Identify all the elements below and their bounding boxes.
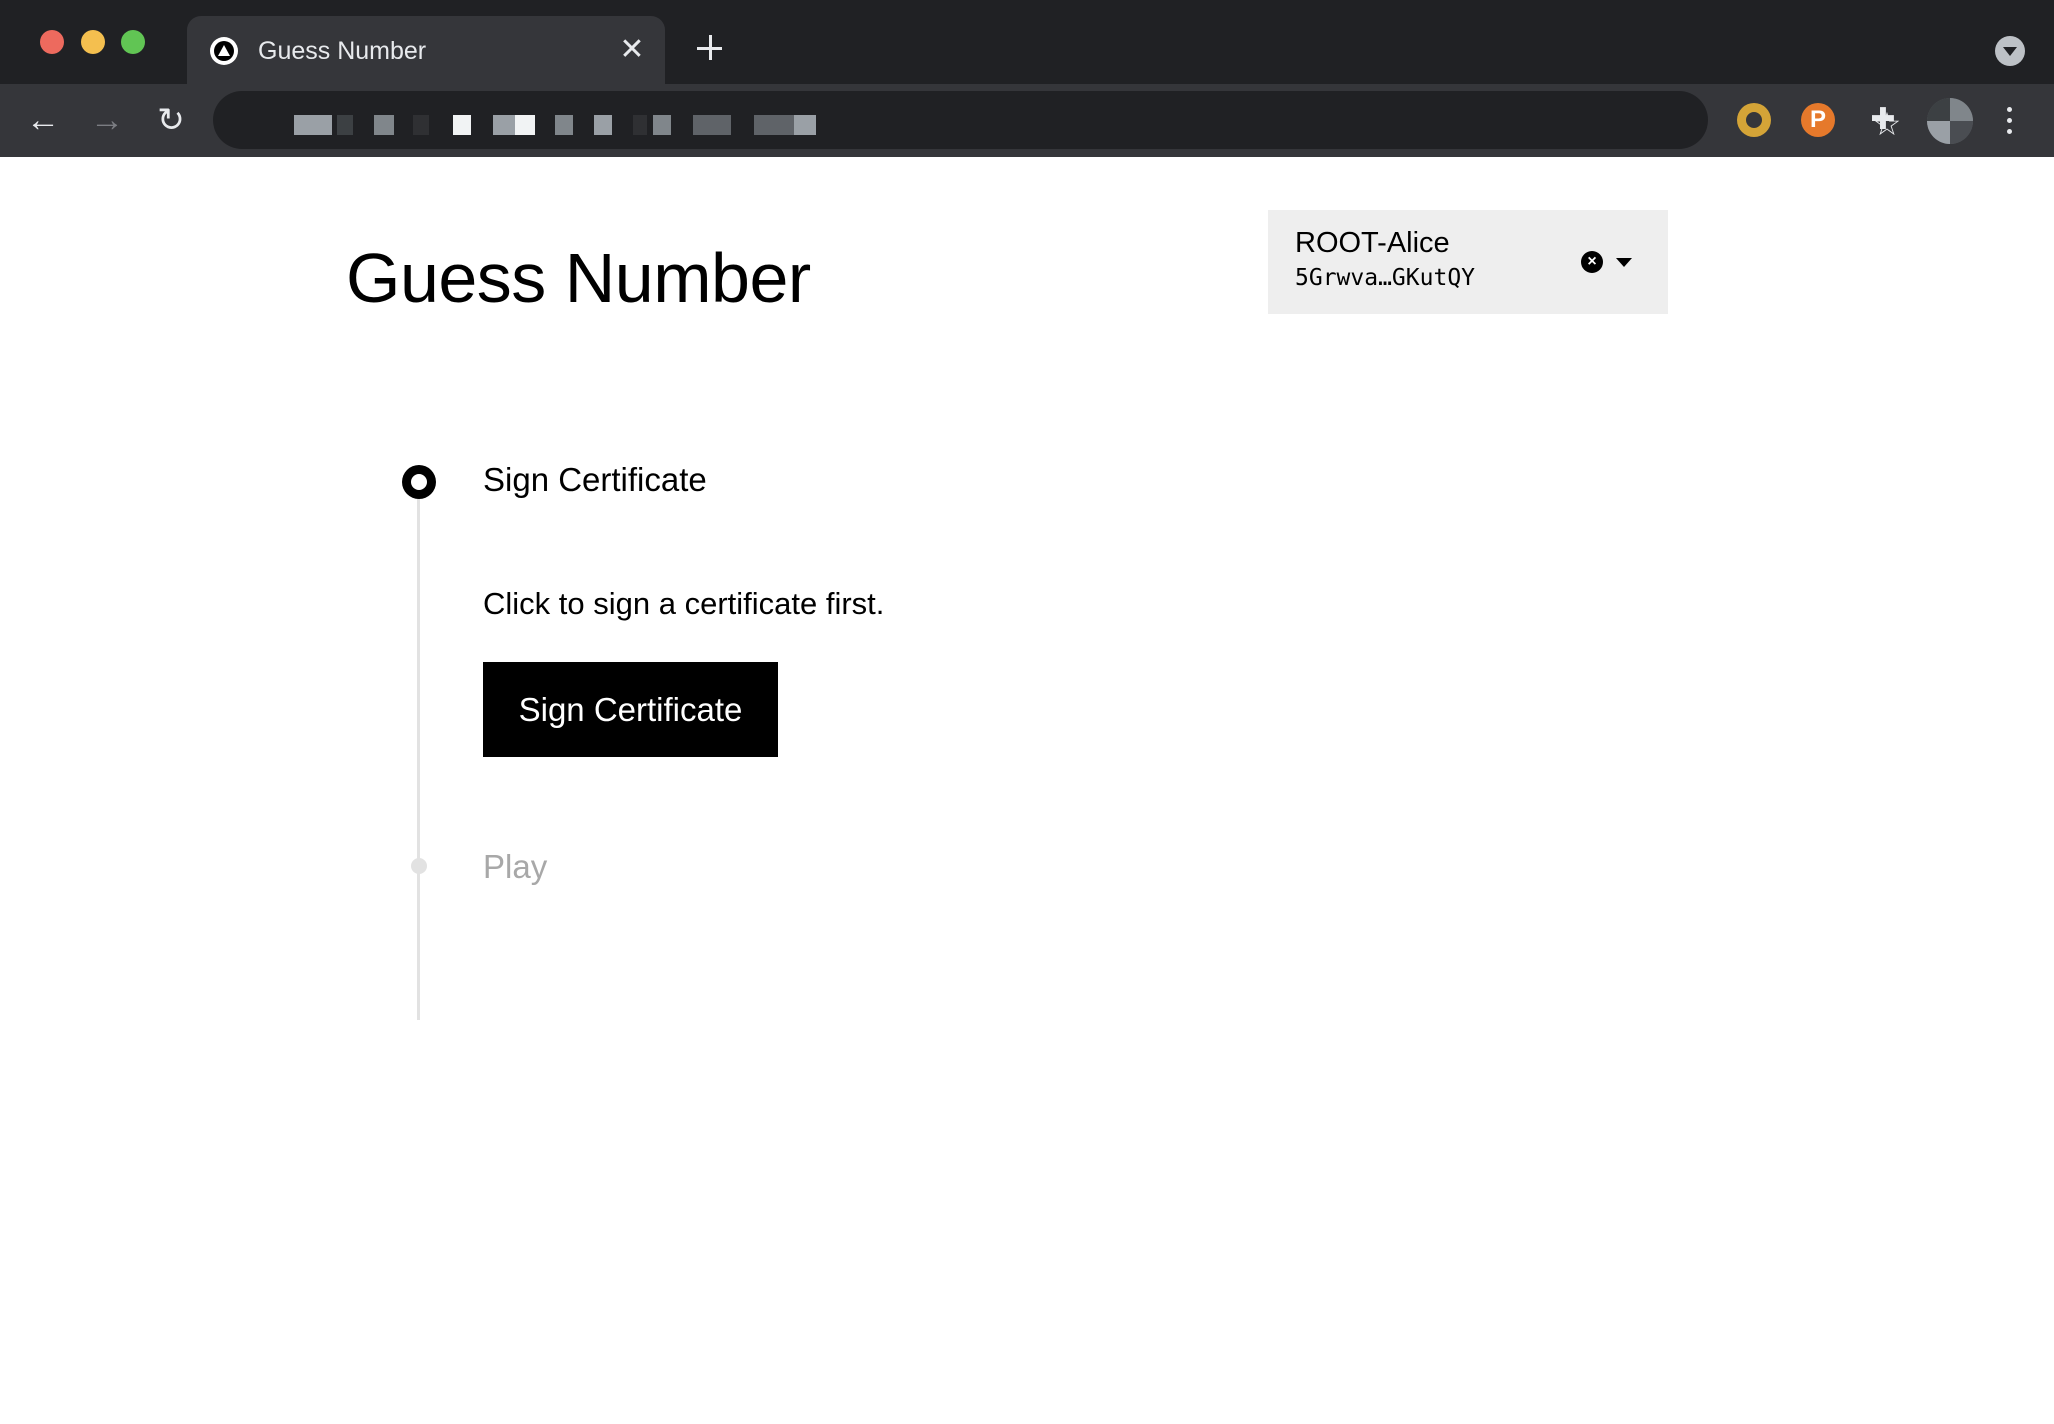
back-arrow-icon[interactable]: ← bbox=[23, 100, 63, 140]
browser-toolbar: ← → ↻ ☆ P ✚ bbox=[0, 84, 2054, 157]
account-address: 5Grwva…GKutQY bbox=[1295, 265, 1476, 291]
account-name: ROOT-Alice bbox=[1295, 227, 1450, 259]
p-extension-icon[interactable]: P bbox=[1801, 103, 1835, 137]
dropdown-caret-icon[interactable] bbox=[1616, 258, 1632, 267]
page-title: Guess Number bbox=[346, 239, 811, 317]
tab-title: Guess Number bbox=[258, 37, 427, 65]
step-active-marker bbox=[402, 465, 436, 499]
redacted-url-block bbox=[754, 115, 794, 135]
more-vertical-icon[interactable] bbox=[1994, 100, 2024, 140]
redacted-url-block bbox=[794, 115, 816, 135]
ring-extension-icon[interactable] bbox=[1737, 103, 1771, 137]
redacted-url-block bbox=[515, 115, 535, 135]
stepper-line bbox=[417, 490, 420, 1020]
page-content: Guess Number ROOT-Alice 5Grwva…GKutQY × … bbox=[0, 157, 2054, 1424]
redacted-url-block bbox=[493, 115, 515, 135]
tab-search-icon[interactable] bbox=[1995, 36, 2025, 66]
minimize-window-button[interactable] bbox=[81, 30, 105, 54]
redacted-url-block bbox=[453, 115, 471, 135]
clear-account-icon[interactable]: × bbox=[1581, 251, 1603, 273]
redacted-url-block bbox=[633, 115, 647, 135]
redacted-url-block bbox=[337, 115, 353, 135]
forward-arrow-icon[interactable]: → bbox=[87, 100, 127, 140]
profile-avatar[interactable] bbox=[1927, 98, 1973, 144]
redacted-url-block bbox=[374, 115, 394, 135]
triangle-logo-icon bbox=[210, 37, 238, 65]
redacted-url-block bbox=[555, 115, 573, 135]
step-title-play: Play bbox=[483, 848, 548, 885]
redacted-url-block bbox=[693, 115, 731, 135]
new-tab-icon[interactable] bbox=[692, 30, 728, 66]
account-selector[interactable]: ROOT-Alice 5Grwva…GKutQY × bbox=[1268, 210, 1668, 314]
close-window-button[interactable] bbox=[40, 30, 64, 54]
close-tab-icon[interactable]: ✕ bbox=[617, 35, 647, 65]
tab-guess-number[interactable]: Guess Number ✕ bbox=[187, 16, 665, 84]
redacted-url-block bbox=[294, 115, 332, 135]
browser-window: Guess Number ✕ ← → ↻ ☆ P ✚ Guess Number … bbox=[0, 0, 2054, 1424]
redacted-url-block bbox=[594, 115, 612, 135]
reload-icon[interactable]: ↻ bbox=[151, 100, 191, 140]
step-inactive-marker bbox=[411, 858, 427, 874]
address-bar[interactable]: ☆ bbox=[213, 91, 1901, 149]
tab-strip: Guess Number ✕ bbox=[0, 0, 2054, 84]
redacted-url-block bbox=[413, 115, 429, 135]
extensions-puzzle-icon[interactable]: ✚ bbox=[1864, 101, 1902, 139]
step-title-sign-certificate: Sign Certificate bbox=[483, 461, 707, 498]
zoom-window-button[interactable] bbox=[121, 30, 145, 54]
redacted-url-block bbox=[653, 115, 671, 135]
step-description: Click to sign a certificate first. bbox=[483, 586, 885, 621]
sign-certificate-button[interactable]: Sign Certificate bbox=[483, 662, 778, 757]
